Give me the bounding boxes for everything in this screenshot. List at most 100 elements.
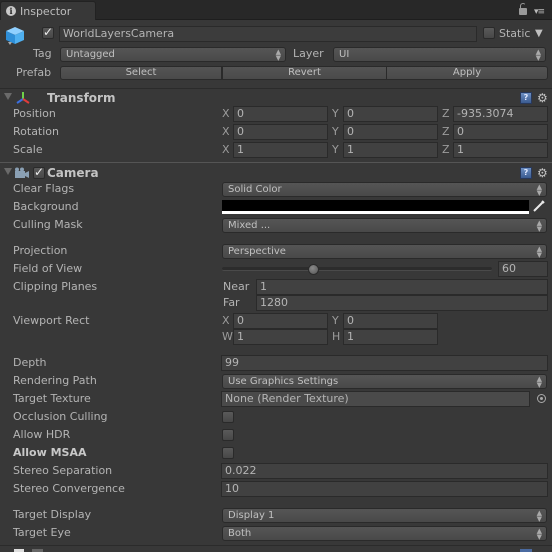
position-x-input[interactable]: 0 xyxy=(233,106,328,122)
occlusion-culling-checkbox[interactable] xyxy=(222,411,234,423)
background-label: Background xyxy=(13,200,79,213)
viewport-rect-label: Viewport Rect xyxy=(13,314,90,327)
help-icon[interactable]: ? xyxy=(520,167,532,179)
scale-y-input[interactable]: 1 xyxy=(343,142,438,158)
camera-header[interactable]: Camera ? ⚙ xyxy=(0,162,552,180)
updown-arrows-icon: ▲ ▼ xyxy=(275,48,281,62)
updown-arrows-icon: ▲ ▼ xyxy=(536,527,542,541)
culling-mask-dropdown[interactable]: Mixed ... ▲ ▼ xyxy=(222,218,547,233)
y-axis-label: Y xyxy=(332,107,339,120)
rendering-path-label: Rendering Path xyxy=(13,374,97,387)
scale-z-input[interactable]: 1 xyxy=(453,142,548,158)
target-display-value: Display 1 xyxy=(228,510,275,521)
allow-hdr-checkbox[interactable] xyxy=(222,429,234,441)
target-eye-dropdown[interactable]: Both ▲ ▼ xyxy=(222,526,547,541)
depth-input[interactable]: 99 xyxy=(221,355,548,371)
updown-arrows-icon: ▲ ▼ xyxy=(536,183,542,197)
camera-enabled-checkbox[interactable] xyxy=(33,165,45,179)
projection-dropdown[interactable]: Perspective ▲ ▼ xyxy=(222,244,547,259)
target-texture-field[interactable]: None (Render Texture) xyxy=(221,391,530,407)
culling-mask-label: Culling Mask xyxy=(13,218,83,231)
layer-dropdown[interactable]: UI ▲ ▼ xyxy=(333,47,546,62)
info-icon: i xyxy=(6,6,16,16)
fov-value-input[interactable]: 60 xyxy=(498,261,548,277)
fov-slider-thumb[interactable] xyxy=(307,264,319,275)
foldout-arrow-icon[interactable] xyxy=(4,168,12,175)
x-axis-label: X xyxy=(222,107,230,120)
gear-icon[interactable]: ⚙ xyxy=(537,92,548,104)
viewport-x-input[interactable]: 0 xyxy=(233,313,328,329)
static-checkbox[interactable] xyxy=(483,27,495,39)
gear-icon[interactable]: ⚙ xyxy=(537,167,548,179)
stereo-separation-input[interactable]: 0.022 xyxy=(221,463,548,479)
position-y-input[interactable]: 0 xyxy=(343,106,438,122)
transform-title: Transform xyxy=(47,91,116,105)
prefab-select-button[interactable]: Select xyxy=(60,66,222,80)
object-picker-icon[interactable] xyxy=(537,394,546,403)
stereo-separation-label: Stereo Separation xyxy=(13,464,113,477)
stereo-convergence-label: Stereo Convergence xyxy=(13,482,125,495)
updown-arrows-icon: ▲ ▼ xyxy=(536,245,542,259)
rendering-path-dropdown[interactable]: Use Graphics Settings ▲ ▼ xyxy=(222,374,547,389)
gameobject-active-checkbox[interactable] xyxy=(42,25,54,39)
viewport-w-label: W xyxy=(222,330,233,343)
depth-label: Depth xyxy=(13,356,47,369)
near-label: Near xyxy=(223,280,250,293)
clipping-planes-label: Clipping Planes xyxy=(13,280,98,293)
lock-icon[interactable] xyxy=(519,3,527,15)
updown-arrows-icon: ▲ ▼ xyxy=(536,219,542,233)
viewport-w-input[interactable]: 1 xyxy=(233,329,328,345)
x-axis-label: X xyxy=(222,125,230,138)
prefab-apply-button[interactable]: Apply xyxy=(386,66,548,80)
target-texture-label: Target Texture xyxy=(13,392,91,405)
viewport-h-input[interactable]: 1 xyxy=(343,329,438,345)
component-separator xyxy=(0,545,552,546)
clear-flags-label: Clear Flags xyxy=(13,182,75,195)
scale-x-input[interactable]: 1 xyxy=(233,142,328,158)
viewport-y-input[interactable]: 0 xyxy=(343,313,438,329)
scale-label: Scale xyxy=(13,143,43,156)
stereo-convergence-input[interactable]: 10 xyxy=(221,481,548,497)
target-display-label: Target Display xyxy=(13,508,92,521)
position-z-input[interactable]: -935.3074 xyxy=(453,106,548,122)
x-axis-label: X xyxy=(222,143,230,156)
tab-menu-icon[interactable]: ▾≡ xyxy=(534,8,545,17)
far-clip-input[interactable]: 1280 xyxy=(256,295,548,311)
tab-inspector[interactable]: i Inspector xyxy=(0,1,96,20)
field-of-view-label: Field of View xyxy=(13,262,83,275)
help-icon[interactable]: ? xyxy=(520,92,532,104)
rotation-y-input[interactable]: 0 xyxy=(343,124,438,140)
tab-inspector-label: Inspector xyxy=(20,4,72,18)
allow-msaa-checkbox[interactable] xyxy=(222,447,234,459)
gameobject-name-input[interactable]: WorldLayersCamera xyxy=(59,26,477,42)
projection-value: Perspective xyxy=(228,246,286,257)
y-axis-label: Y xyxy=(332,143,339,156)
transform-header[interactable]: Transform ? ⚙ xyxy=(0,88,552,106)
tag-dropdown[interactable]: Untagged ▲ ▼ xyxy=(60,47,286,62)
tag-label: Tag xyxy=(33,47,52,60)
target-eye-label: Target Eye xyxy=(13,526,71,539)
prefab-revert-button[interactable]: Revert xyxy=(222,66,387,80)
viewport-h-label: H xyxy=(332,330,341,343)
allow-msaa-label: Allow MSAA xyxy=(13,446,87,459)
viewport-x-label: X xyxy=(222,314,230,327)
fov-slider-track[interactable] xyxy=(222,267,492,271)
rotation-label: Rotation xyxy=(13,125,60,138)
layer-label: Layer xyxy=(293,47,324,60)
prefab-label: Prefab xyxy=(16,66,52,79)
rotation-z-input[interactable]: 0 xyxy=(453,124,548,140)
clear-flags-dropdown[interactable]: Solid Color ▲ ▼ xyxy=(222,182,547,197)
near-clip-input[interactable]: 1 xyxy=(256,279,548,295)
background-color-swatch[interactable] xyxy=(222,200,529,214)
target-display-dropdown[interactable]: Display 1 ▲ ▼ xyxy=(222,508,547,523)
culling-mask-value: Mixed ... xyxy=(228,220,271,231)
position-label: Position xyxy=(13,107,56,120)
eyedropper-icon[interactable] xyxy=(532,199,546,213)
rotation-x-input[interactable]: 0 xyxy=(233,124,328,140)
projection-label: Projection xyxy=(13,244,68,257)
viewport-y-label: Y xyxy=(332,314,339,327)
foldout-arrow-icon[interactable] xyxy=(4,93,12,100)
static-dropdown-icon[interactable]: ▼ xyxy=(535,26,543,42)
gameobject-icon xyxy=(5,25,25,47)
target-eye-value: Both xyxy=(228,528,252,539)
